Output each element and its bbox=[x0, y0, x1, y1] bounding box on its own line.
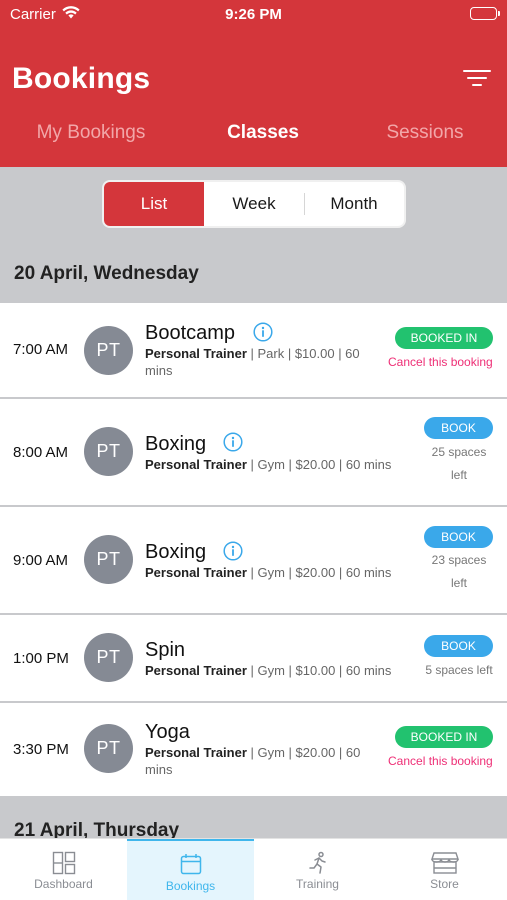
class-time: 3:30 PM bbox=[13, 741, 69, 758]
dashboard-icon bbox=[52, 851, 75, 875]
class-row[interactable]: 7:00 AM PT Bootcamp Personal Trainer | P… bbox=[0, 303, 507, 397]
filter-icon[interactable] bbox=[462, 70, 492, 94]
spaces-left: 25 spaces left bbox=[431, 445, 487, 482]
book-button[interactable]: BOOK bbox=[424, 635, 493, 657]
class-details: Personal Trainer | Gym | $20.00 | 60 min… bbox=[145, 565, 392, 580]
tab-label: Training bbox=[296, 877, 339, 891]
tab-training[interactable]: Training bbox=[254, 839, 381, 900]
running-icon bbox=[308, 851, 326, 874]
status-bar: Carrier 9:26 PM bbox=[0, 0, 507, 30]
class-row[interactable]: 3:30 PM PT Yoga Personal Trainer | Gym |… bbox=[0, 703, 507, 796]
book-button[interactable]: BOOK bbox=[424, 526, 493, 548]
class-name: Boxing bbox=[145, 433, 207, 455]
class-time: 7:00 AM bbox=[13, 341, 69, 358]
page-title: Bookings bbox=[12, 62, 151, 95]
info-icon[interactable] bbox=[253, 322, 273, 342]
spaces-left: 23 spaces left bbox=[431, 553, 487, 590]
view-list-button[interactable]: List bbox=[104, 182, 204, 226]
class-details: Personal Trainer | Gym | $20.00 | 60 mins bbox=[145, 745, 361, 777]
class-time: 1:00 PM bbox=[13, 650, 69, 667]
tab-bookings[interactable]: Bookings bbox=[127, 839, 254, 900]
tab-dashboard[interactable]: Dashboard bbox=[0, 839, 127, 900]
avatar: PT bbox=[84, 427, 133, 476]
info-icon[interactable] bbox=[223, 432, 243, 452]
view-week-button[interactable]: Week bbox=[204, 182, 304, 226]
avatar: PT bbox=[84, 326, 133, 375]
store-icon bbox=[430, 852, 459, 874]
tab-label: Bookings bbox=[165, 879, 216, 893]
class-details: Personal Trainer | Gym | $10.00 | 60 min… bbox=[145, 663, 392, 678]
avatar: PT bbox=[84, 633, 133, 682]
tab-label: Dashboard bbox=[34, 877, 93, 891]
cancel-booking-link[interactable]: Cancel this booking bbox=[388, 754, 493, 768]
class-row[interactable]: 1:00 PM PT Spin Personal Trainer | Gym |… bbox=[0, 615, 507, 701]
class-name: Bootcamp bbox=[145, 322, 236, 344]
calendar-icon bbox=[180, 854, 201, 875]
avatar: PT bbox=[84, 535, 133, 584]
class-details: Personal Trainer | Gym | $20.00 | 60 min… bbox=[145, 457, 392, 472]
tab-sessions[interactable]: Sessions bbox=[345, 122, 505, 144]
book-button[interactable]: BOOK bbox=[424, 417, 493, 439]
booked-in-badge[interactable]: BOOKED IN bbox=[395, 327, 493, 349]
class-time: 9:00 AM bbox=[13, 552, 69, 569]
tab-my-bookings[interactable]: My Bookings bbox=[11, 122, 171, 144]
avatar: PT bbox=[84, 724, 133, 773]
app-header: Carrier 9:26 PM Bookings My Bookings Cla… bbox=[0, 0, 507, 167]
booking-tabs: My Bookings Classes Sessions bbox=[0, 122, 507, 154]
view-month-button[interactable]: Month bbox=[304, 182, 404, 226]
class-row[interactable]: 9:00 AM PT Boxing Personal Trainer | Gym… bbox=[0, 507, 507, 613]
view-mode-control: List Week Month bbox=[102, 180, 406, 228]
tab-label: Store bbox=[430, 877, 459, 891]
class-name: Boxing bbox=[145, 541, 207, 563]
tab-store[interactable]: Store bbox=[381, 839, 507, 900]
day-header: 20 April, Wednesday bbox=[14, 263, 199, 284]
class-row[interactable]: 8:00 AM PT Boxing Personal Trainer | Gym… bbox=[0, 399, 507, 505]
tab-classes[interactable]: Classes bbox=[183, 122, 343, 144]
class-name: Spin bbox=[145, 639, 186, 661]
info-icon[interactable] bbox=[223, 541, 243, 561]
class-details: Personal Trainer | Park | $10.00 | 60 min… bbox=[145, 346, 360, 378]
battery-icon bbox=[470, 7, 500, 20]
bottom-tab-bar: Dashboard Bookings Training Store bbox=[0, 838, 507, 900]
clock: 9:26 PM bbox=[225, 6, 282, 23]
class-name: Yoga bbox=[145, 721, 190, 743]
booked-in-badge[interactable]: BOOKED IN bbox=[395, 726, 493, 748]
spaces-left: 5 spaces left bbox=[425, 663, 493, 677]
class-time: 8:00 AM bbox=[13, 444, 69, 461]
cancel-booking-link[interactable]: Cancel this booking bbox=[388, 355, 493, 369]
